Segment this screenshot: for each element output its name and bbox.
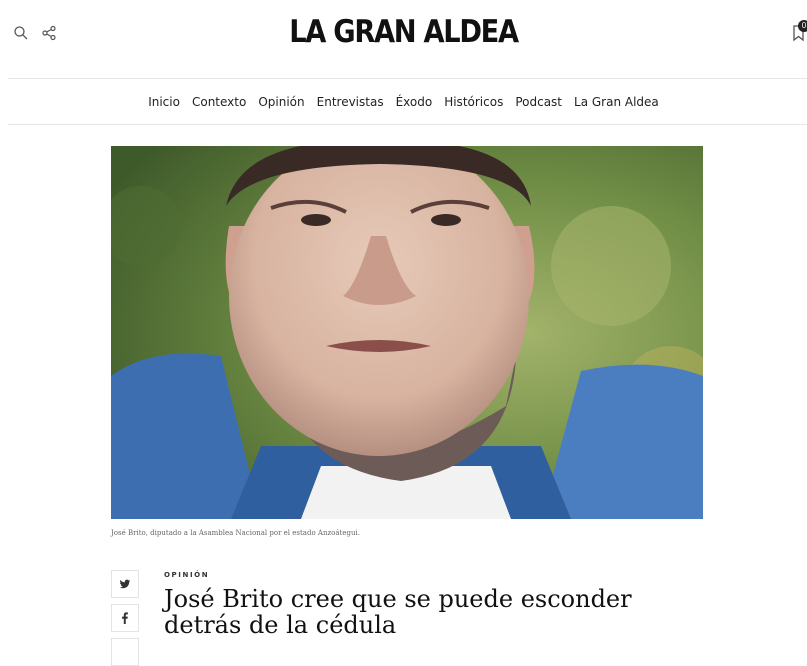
article-hero-image bbox=[111, 146, 703, 519]
share-more-button[interactable] bbox=[111, 638, 139, 666]
nav-item-exodo[interactable]: Éxodo bbox=[396, 95, 433, 109]
article-title-line-2: detrás de la cédula bbox=[164, 611, 397, 639]
article-title: José Brito cree que se puede esconder de… bbox=[164, 586, 644, 638]
nav-item-la-gran-aldea[interactable]: La Gran Aldea bbox=[574, 95, 659, 109]
twitter-icon bbox=[119, 579, 131, 589]
nav-item-entrevistas[interactable]: Entrevistas bbox=[317, 95, 384, 109]
main-nav: Inicio Contexto Opinión Entrevistas Éxod… bbox=[0, 79, 807, 125]
site-header: LA GRAN ALDEA 0 bbox=[0, 0, 807, 78]
search-icon[interactable] bbox=[13, 25, 29, 41]
share-twitter-button[interactable] bbox=[111, 570, 139, 598]
article-category[interactable]: OPINIÓN bbox=[164, 571, 209, 579]
nav-item-opinion[interactable]: Opinión bbox=[258, 95, 304, 109]
article-title-line-1: José Brito cree que se puede esconder bbox=[164, 585, 632, 613]
nav-item-historicos[interactable]: Históricos bbox=[444, 95, 503, 109]
image-caption: José Brito, diputado a la Asamblea Nacio… bbox=[111, 529, 360, 537]
bookmark-count-badge: 0 bbox=[798, 20, 807, 32]
nav-item-contexto[interactable]: Contexto bbox=[192, 95, 246, 109]
share-facebook-button[interactable] bbox=[111, 604, 139, 632]
portrait-illustration bbox=[111, 146, 703, 519]
facebook-icon bbox=[122, 612, 128, 624]
site-logo[interactable]: LA GRAN ALDEA bbox=[48, 14, 758, 50]
nav-divider bbox=[8, 124, 807, 125]
nav-item-podcast[interactable]: Podcast bbox=[515, 95, 562, 109]
nav-item-inicio[interactable]: Inicio bbox=[148, 95, 180, 109]
